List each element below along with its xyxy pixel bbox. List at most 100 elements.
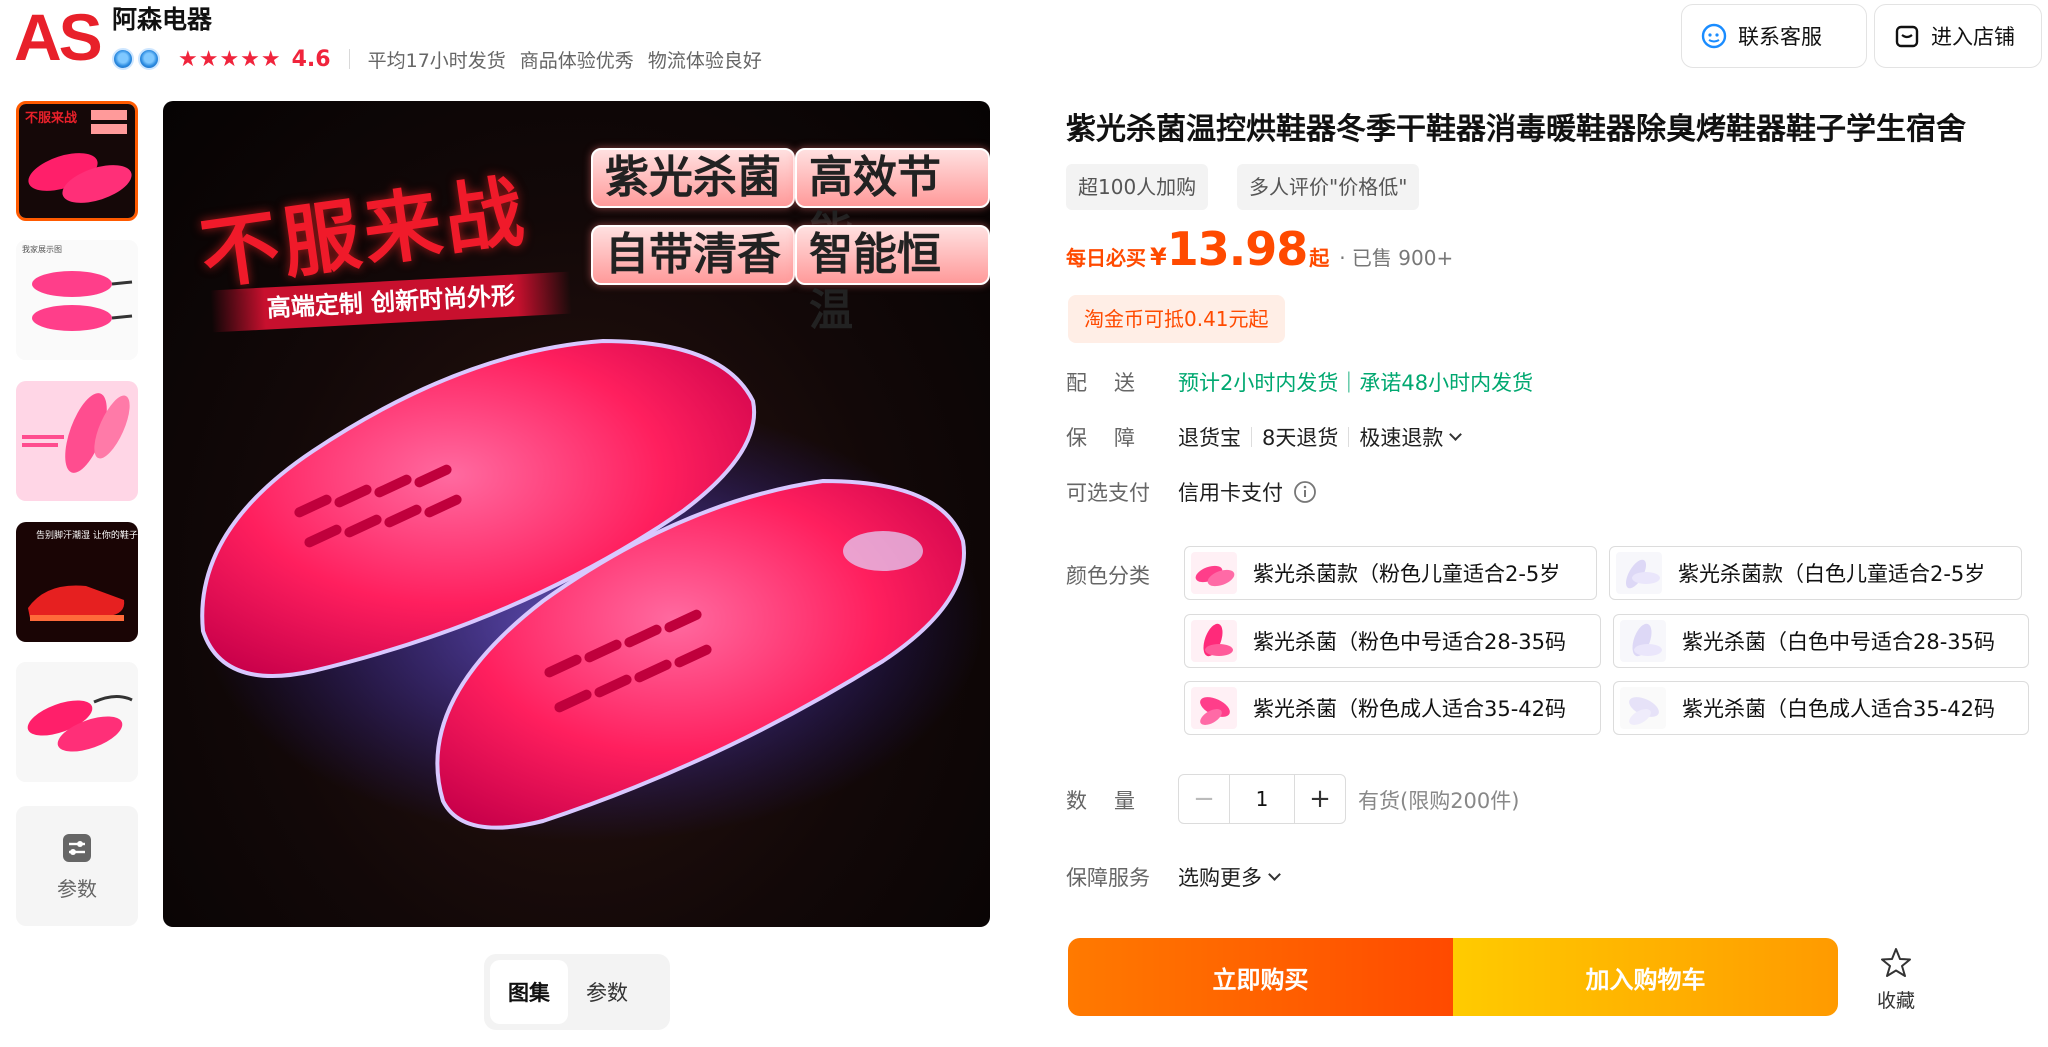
tab-gallery[interactable]: 图集 bbox=[490, 960, 568, 1024]
thumb-caption: 不服来战 bbox=[25, 110, 77, 126]
shoe-dryer-thumbnail-image: 我家展示图 bbox=[16, 240, 138, 360]
warm-shoe-thumbnail-image: 告别脚汗潮湿 让你的鞋子暖起来 bbox=[16, 522, 138, 642]
star-outline-icon bbox=[1881, 948, 1911, 977]
chevron-down-icon bbox=[1449, 427, 1463, 441]
shop-tag: 平均17小时发货 bbox=[367, 49, 506, 72]
guarantee-item: 极速退款 bbox=[1359, 426, 1444, 450]
main-product-image[interactable]: 不服来战 高端定制 创新时尚外形 紫光杀菌 高效节能 自带清香 智能恒温 bbox=[163, 101, 990, 927]
price-row: 每日必买 ¥ 13.98 起 · 已售 900+ bbox=[1066, 222, 1453, 276]
add-to-cart-button[interactable]: 加入购物车 bbox=[1453, 938, 1838, 1016]
feature-badge: 紫光杀菌 bbox=[591, 148, 795, 208]
gallery-thumbnail[interactable]: 不服来战 bbox=[16, 101, 138, 221]
sold-count: · 已售 900+ bbox=[1339, 246, 1454, 270]
payment-label: 可选支付 bbox=[1066, 481, 1150, 505]
delivery-value: 预计2小时内发货｜承诺48小时内发货 bbox=[1178, 371, 1534, 395]
shoe-dryer-thumbnail-image bbox=[16, 381, 138, 501]
shop-meta: ★★★★★ 4.6 平均17小时发货 商品体验优秀 物流体验良好 bbox=[112, 44, 776, 74]
feature-badge: 智能恒温 bbox=[795, 225, 990, 336]
crown-badge-icon bbox=[112, 48, 134, 70]
purchase-bar: 立即购买 加入购物车 bbox=[1068, 938, 1838, 1016]
product-title: 紫光杀菌温控烘鞋器冬季干鞋器消毒暖鞋器除臭烤鞋器鞋子学生宿舍 bbox=[1066, 112, 1966, 147]
guarantee-item: 8天退货 bbox=[1262, 426, 1339, 450]
sku-thumb-image bbox=[1191, 552, 1237, 594]
params-thumbnail[interactable]: 参数 bbox=[16, 806, 138, 926]
quantity-stepper: − 1 + bbox=[1178, 774, 1346, 824]
sku-thumb-image bbox=[1191, 620, 1237, 662]
gallery-thumbnail[interactable] bbox=[16, 381, 138, 501]
divider bbox=[348, 49, 350, 69]
sku-label: 紫光杀菌（粉色中号适合28-35码 bbox=[1253, 630, 1567, 654]
sku-option[interactable]: 紫光杀菌（白色成人适合35-42码 bbox=[1613, 681, 2029, 735]
guarantee-label: 保障 bbox=[1066, 426, 1162, 450]
chevron-down-icon bbox=[1268, 867, 1281, 881]
sku-thumb-image bbox=[1616, 552, 1662, 594]
shop-name[interactable]: 阿森电器 bbox=[112, 0, 212, 36]
params-icon bbox=[63, 833, 91, 862]
feature-badge: 自带清香 bbox=[591, 225, 795, 285]
shop-logo[interactable]: AS bbox=[14, 4, 103, 70]
color-label: 颜色分类 bbox=[1066, 564, 1150, 588]
sku-label: 紫光杀菌（白色成人适合35-42码 bbox=[1682, 697, 1996, 721]
tab-params[interactable]: 参数 bbox=[568, 960, 646, 1024]
sku-thumb-image bbox=[1191, 687, 1237, 729]
service-value: 选购更多 bbox=[1178, 866, 1262, 890]
sku-thumb-image bbox=[1620, 620, 1666, 662]
contact-service-label: 联系客服 bbox=[1738, 25, 1822, 49]
sku-thumb-image bbox=[1620, 687, 1666, 729]
sku-label: 紫光杀菌（粉色成人适合35-42码 bbox=[1253, 697, 1567, 721]
delivery-label: 配送 bbox=[1066, 371, 1162, 395]
increment-button[interactable]: + bbox=[1295, 775, 1345, 823]
shop-tag: 物流体验良好 bbox=[647, 49, 762, 72]
params-thumbnail-label: 参数 bbox=[57, 876, 97, 901]
service-label: 保障服务 bbox=[1066, 866, 1150, 890]
payment-value: 信用卡支付 bbox=[1178, 477, 1317, 507]
guarantee-item: 退货宝 bbox=[1178, 426, 1241, 450]
sku-label: 紫光杀菌款（白色儿童适合2-5岁 bbox=[1678, 562, 1986, 586]
gallery-thumbnail[interactable] bbox=[16, 662, 138, 782]
shoe-dryer-thumbnail-image: 不服来战 bbox=[19, 104, 135, 218]
gallery-tabs: 图集 参数 bbox=[484, 954, 670, 1030]
thumb-caption: 我家展示图 bbox=[22, 244, 62, 254]
enter-store-label: 进入店铺 bbox=[1931, 25, 2015, 49]
price-currency: ¥ bbox=[1150, 243, 1167, 271]
shoe-dryer-thumbnail-image bbox=[16, 662, 138, 782]
quantity-label: 数量 bbox=[1066, 789, 1162, 813]
price-label: 每日必买 bbox=[1066, 246, 1146, 270]
service-selector[interactable]: 选购更多 bbox=[1178, 862, 1281, 892]
sku-option[interactable]: 紫光杀菌（粉色中号适合28-35码 bbox=[1184, 614, 1601, 668]
shop-rating: 4.6 bbox=[291, 46, 331, 72]
enter-store-button[interactable]: 进入店铺 bbox=[1874, 4, 2042, 68]
guarantee-list[interactable]: 退货宝 8天退货 极速退款 bbox=[1178, 422, 1463, 452]
divider bbox=[1348, 427, 1350, 447]
gallery-thumbnail[interactable]: 告别脚汗潮湿 让你的鞋子暖起来 bbox=[16, 522, 138, 642]
favorite-button[interactable]: 收藏 bbox=[1870, 946, 1922, 1013]
store-icon bbox=[1895, 25, 1919, 48]
payment-method: 信用卡支付 bbox=[1178, 481, 1283, 505]
customer-service-icon bbox=[1701, 23, 1727, 49]
sku-option[interactable]: 紫光杀菌款（粉色儿童适合2-5岁 bbox=[1184, 546, 1597, 600]
highlight-chip: 多人评价"价格低" bbox=[1237, 164, 1420, 210]
price-value: 13.98 bbox=[1166, 222, 1309, 276]
rating-stars-icon: ★★★★★ bbox=[178, 46, 282, 72]
shop-tag: 商品体验优秀 bbox=[519, 49, 634, 72]
sku-option[interactable]: 紫光杀菌（白色中号适合28-35码 bbox=[1613, 614, 2029, 668]
contact-service-button[interactable]: 联系客服 bbox=[1681, 4, 1867, 68]
sku-option[interactable]: 紫光杀菌（粉色成人适合35-42码 bbox=[1184, 681, 1601, 735]
stock-status: 有货(限购200件) bbox=[1358, 789, 1520, 813]
price-suffix: 起 bbox=[1309, 246, 1330, 270]
thumb-caption: 告别脚汗潮湿 让你的鞋子暖起来 bbox=[36, 529, 138, 541]
favorite-label: 收藏 bbox=[1876, 990, 1915, 1012]
buy-now-button[interactable]: 立即购买 bbox=[1068, 938, 1453, 1016]
quantity-input[interactable]: 1 bbox=[1229, 775, 1295, 823]
decrement-button[interactable]: − bbox=[1179, 775, 1229, 823]
sku-option[interactable]: 紫光杀菌款（白色儿童适合2-5岁 bbox=[1609, 546, 2022, 600]
info-icon[interactable] bbox=[1293, 480, 1317, 504]
crown-badge-icon bbox=[138, 48, 160, 70]
divider bbox=[1251, 427, 1252, 447]
feature-badge: 高效节能 bbox=[795, 148, 990, 259]
sku-label: 紫光杀菌（白色中号适合28-35码 bbox=[1682, 630, 1996, 654]
sku-label: 紫光杀菌款（粉色儿童适合2-5岁 bbox=[1253, 562, 1561, 586]
highlight-chip: 超100人加购 bbox=[1066, 164, 1209, 210]
coin-discount-tag[interactable]: 淘金币可抵0.41元起 bbox=[1068, 295, 1285, 343]
gallery-thumbnail[interactable]: 我家展示图 bbox=[16, 240, 138, 360]
